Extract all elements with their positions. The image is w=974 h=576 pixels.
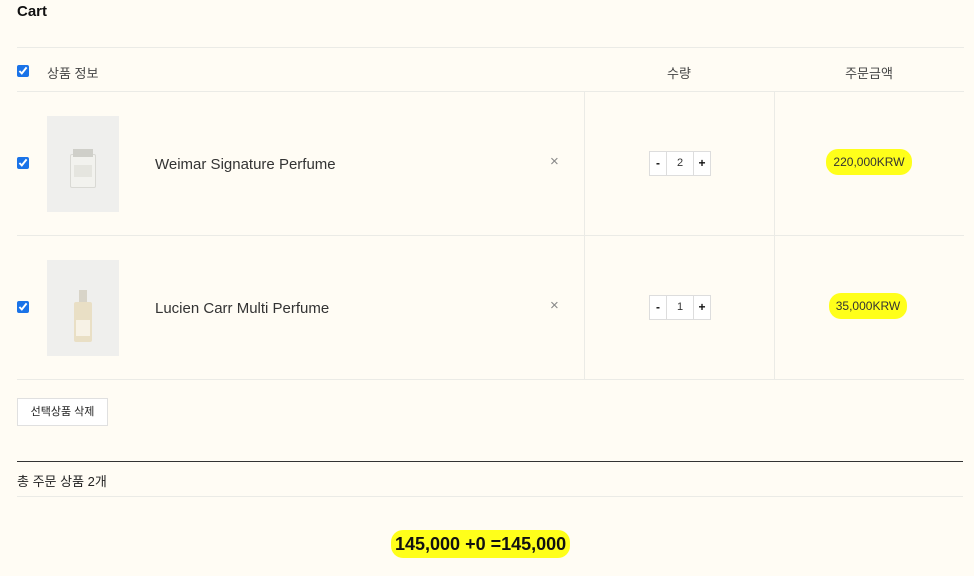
item-checkbox[interactable]: [17, 301, 29, 313]
product-image[interactable]: [47, 116, 119, 212]
quantity-stepper: - 1 +: [649, 295, 711, 320]
select-all-checkbox[interactable]: [17, 65, 29, 77]
price-cell: 35,000KRW: [774, 236, 964, 379]
cart-table: 상품 정보 수량 주문금액 Weimar Signature Perfume ×…: [17, 47, 964, 380]
grand-total: 145,000 +0 =145,000: [391, 530, 571, 558]
remove-item-icon[interactable]: ×: [550, 154, 559, 169]
table-header: 상품 정보 수량 주문금액: [17, 47, 964, 92]
header-quantity: 수량: [667, 66, 691, 81]
remove-item-icon[interactable]: ×: [550, 298, 559, 313]
product-name[interactable]: Weimar Signature Perfume: [155, 156, 336, 173]
decrease-button[interactable]: -: [650, 296, 666, 319]
total-item-count: 총 주문 상품 2개: [17, 474, 107, 489]
quantity-cell: - 2 +: [584, 92, 774, 235]
quantity-value[interactable]: 2: [666, 152, 694, 175]
header-order-amount: 주문금액: [845, 66, 893, 81]
item-checkbox[interactable]: [17, 157, 29, 169]
product-image[interactable]: [47, 260, 119, 356]
item-price: 35,000KRW: [829, 293, 907, 319]
divider: [17, 461, 963, 462]
increase-button[interactable]: +: [694, 296, 710, 319]
delete-selected-button[interactable]: 선택상품 삭제: [17, 398, 108, 426]
cart-item-row: Lucien Carr Multi Perfume × - 1 + 35,000…: [17, 236, 964, 380]
increase-button[interactable]: +: [694, 152, 710, 175]
item-price: 220,000KRW: [826, 149, 912, 175]
price-cell: 220,000KRW: [774, 92, 964, 235]
quantity-value[interactable]: 1: [666, 296, 694, 319]
divider: [17, 496, 963, 497]
cart-item-row: Weimar Signature Perfume × - 2 + 220,000…: [17, 92, 964, 236]
quantity-cell: - 1 +: [584, 236, 774, 379]
decrease-button[interactable]: -: [650, 152, 666, 175]
product-name[interactable]: Lucien Carr Multi Perfume: [155, 300, 329, 317]
page-title: Cart: [17, 3, 48, 20]
header-product-info: 상품 정보: [47, 66, 99, 81]
quantity-stepper: - 2 +: [649, 151, 711, 176]
